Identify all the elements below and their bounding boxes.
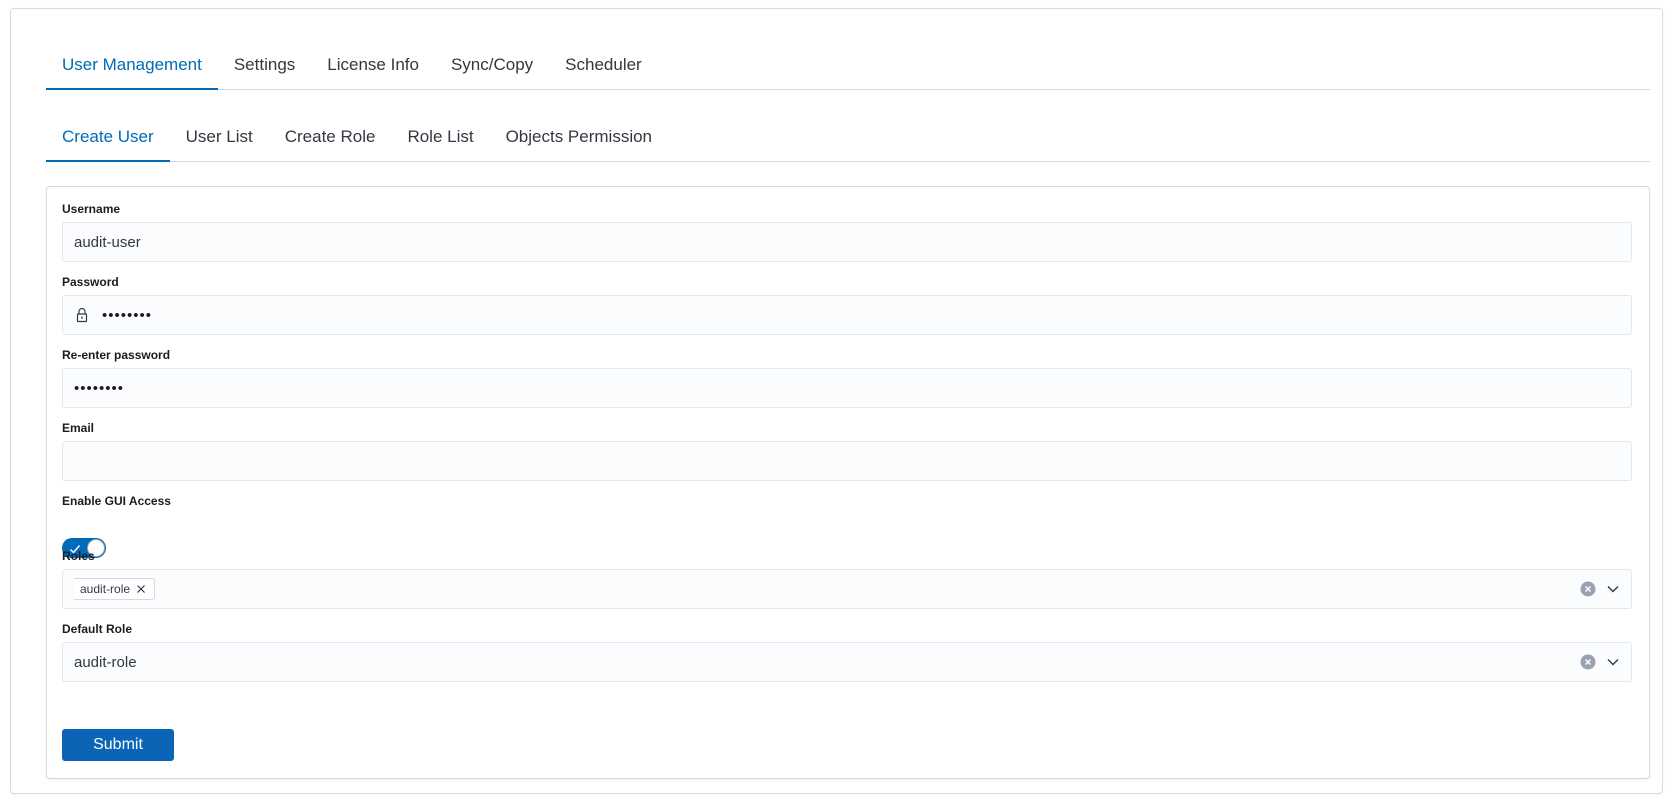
role-chip: audit-role bbox=[74, 578, 156, 600]
tab-sync-copy[interactable]: Sync/Copy bbox=[435, 41, 549, 89]
username-label: Username bbox=[62, 202, 121, 216]
email-label: Email bbox=[62, 421, 95, 435]
password-label: Password bbox=[62, 275, 119, 289]
lock-icon bbox=[74, 307, 90, 323]
chevron-down-icon[interactable] bbox=[1606, 655, 1620, 669]
tab-license-info[interactable]: License Info bbox=[311, 41, 435, 89]
tab-create-role[interactable]: Create Role bbox=[269, 112, 392, 161]
tab-settings[interactable]: Settings bbox=[218, 41, 311, 89]
tab-objects-permission[interactable]: Objects Permission bbox=[490, 112, 668, 161]
reenter-password-value: •••••••• bbox=[74, 379, 125, 397]
close-icon[interactable] bbox=[136, 584, 146, 594]
password-value: •••••••• bbox=[102, 306, 153, 324]
reenter-password-field[interactable]: •••••••• bbox=[62, 368, 1632, 408]
tab-role-list[interactable]: Role List bbox=[391, 112, 489, 161]
default-role-select[interactable]: audit-role bbox=[62, 642, 1632, 682]
tab-user-list[interactable]: User List bbox=[170, 112, 269, 161]
submit-button[interactable]: Submit bbox=[62, 729, 174, 761]
tab-scheduler[interactable]: Scheduler bbox=[549, 41, 658, 89]
clear-icon[interactable] bbox=[1580, 581, 1596, 597]
create-user-form: Username audit-user Password •••••••• Re… bbox=[46, 186, 1650, 779]
username-field[interactable]: audit-user bbox=[62, 222, 1632, 262]
clear-icon[interactable] bbox=[1580, 654, 1596, 670]
gui-access-label: Enable GUI Access bbox=[62, 494, 171, 508]
role-chip-label: audit-role bbox=[80, 582, 131, 596]
reenter-password-label: Re-enter password bbox=[62, 348, 171, 362]
username-value: audit-user bbox=[74, 233, 141, 251]
default-role-value: audit-role bbox=[74, 653, 137, 671]
default-role-label: Default Role bbox=[62, 622, 133, 636]
top-tabs: User Management Settings License Info Sy… bbox=[46, 41, 1650, 90]
main-panel: User Management Settings License Info Sy… bbox=[10, 8, 1663, 794]
chevron-down-icon[interactable] bbox=[1606, 582, 1620, 596]
email-field[interactable] bbox=[62, 441, 1632, 481]
tab-create-user[interactable]: Create User bbox=[46, 112, 170, 162]
password-field[interactable]: •••••••• bbox=[62, 295, 1632, 335]
roles-combobox[interactable]: audit-role bbox=[62, 569, 1632, 609]
tab-user-management[interactable]: User Management bbox=[46, 41, 218, 90]
sub-tabs: Create User User List Create Role Role L… bbox=[46, 112, 1650, 162]
roles-label: Roles bbox=[62, 549, 95, 563]
